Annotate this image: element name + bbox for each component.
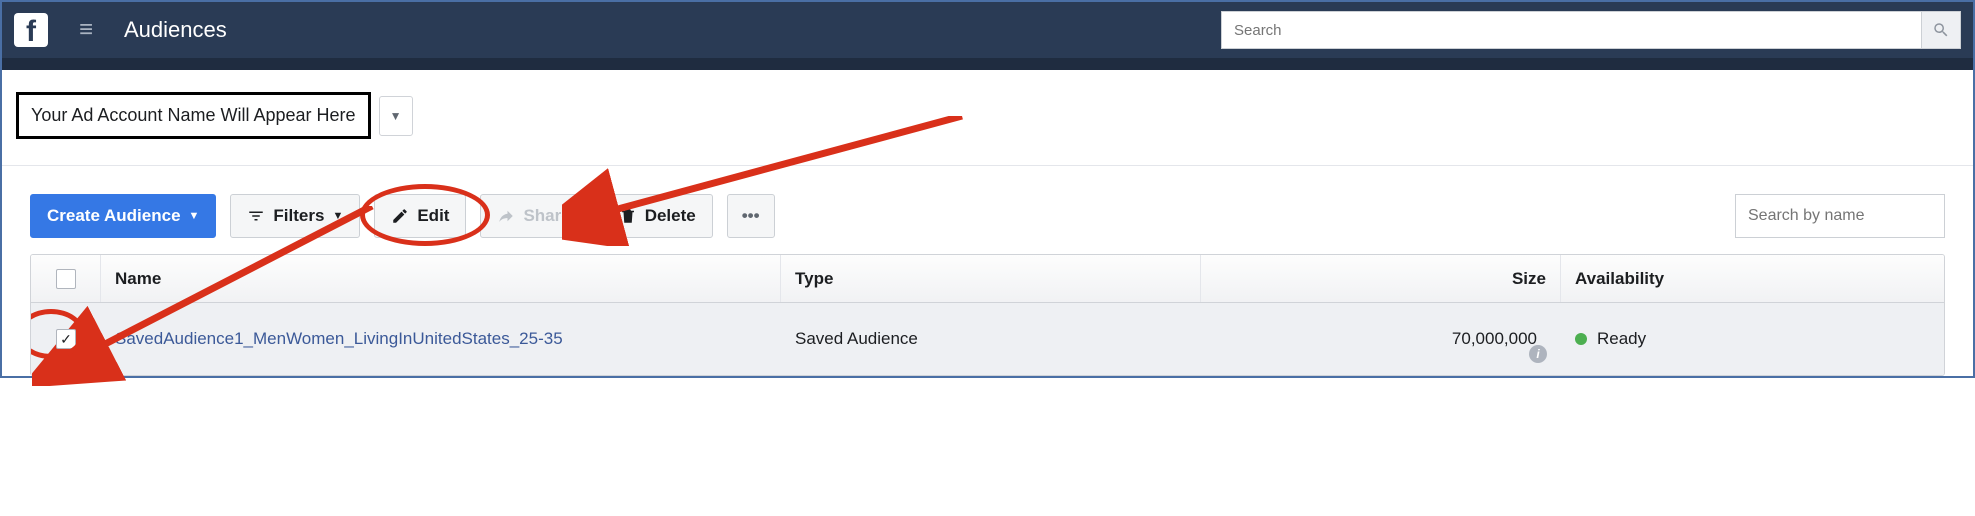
status-dot-icon bbox=[1575, 333, 1587, 345]
table-row[interactable]: ✓ SavedAudience1_MenWomen_LivingInUnited… bbox=[31, 303, 1944, 375]
account-dropdown-button[interactable]: ▼ bbox=[379, 96, 413, 136]
info-icon[interactable]: i bbox=[1529, 345, 1547, 363]
audience-size: 70,000,000 bbox=[1452, 329, 1537, 348]
more-actions-button[interactable]: ••• bbox=[727, 194, 775, 238]
caret-down-icon: ▼ bbox=[332, 210, 343, 222]
share-button[interactable]: Share bbox=[480, 194, 587, 238]
row-checkbox[interactable]: ✓ bbox=[56, 329, 76, 349]
filters-button[interactable]: Filters ▼ bbox=[230, 194, 360, 238]
table-header: Name Type Size Availability bbox=[31, 255, 1944, 303]
page-title: Audiences bbox=[124, 17, 227, 43]
trash-icon bbox=[619, 207, 637, 225]
filters-label: Filters bbox=[273, 206, 324, 226]
account-selector-row: Your Ad Account Name Will Appear Here ▼ bbox=[2, 70, 1973, 166]
share-icon bbox=[497, 207, 515, 225]
edit-button[interactable]: Edit bbox=[374, 194, 466, 238]
delete-button[interactable]: Delete bbox=[602, 194, 713, 238]
availability-status: Ready bbox=[1597, 329, 1646, 349]
select-all-checkbox[interactable] bbox=[56, 269, 76, 289]
top-nav: f ≡ Audiences bbox=[2, 2, 1973, 58]
audiences-table: Name Type Size Availability ✓ SavedAudie… bbox=[30, 254, 1945, 376]
col-availability[interactable]: Availability bbox=[1561, 255, 1944, 302]
ad-account-name[interactable]: Your Ad Account Name Will Appear Here bbox=[16, 92, 371, 139]
audience-type: Saved Audience bbox=[781, 317, 1201, 361]
global-search-input[interactable] bbox=[1221, 11, 1921, 49]
pencil-icon bbox=[391, 207, 409, 225]
audience-name-search-input[interactable] bbox=[1735, 194, 1945, 238]
audience-toolbar: Create Audience ▼ Filters ▼ Edit Share D… bbox=[30, 182, 1945, 254]
facebook-logo-icon[interactable]: f bbox=[14, 13, 48, 47]
search-icon bbox=[1932, 21, 1950, 39]
create-audience-button[interactable]: Create Audience ▼ bbox=[30, 194, 216, 238]
col-name[interactable]: Name bbox=[101, 255, 781, 302]
ellipsis-icon: ••• bbox=[742, 206, 760, 226]
caret-down-icon: ▼ bbox=[390, 109, 402, 123]
global-search-button[interactable] bbox=[1921, 11, 1961, 49]
caret-down-icon: ▼ bbox=[189, 210, 200, 222]
hamburger-menu-icon[interactable]: ≡ bbox=[66, 16, 106, 44]
col-type[interactable]: Type bbox=[781, 255, 1201, 302]
create-audience-label: Create Audience bbox=[47, 206, 181, 226]
filters-icon bbox=[247, 207, 265, 225]
share-label: Share bbox=[523, 206, 570, 226]
delete-label: Delete bbox=[645, 206, 696, 226]
edit-label: Edit bbox=[417, 206, 449, 226]
audience-name-link[interactable]: SavedAudience1_MenWomen_LivingInUnitedSt… bbox=[115, 329, 563, 348]
col-size[interactable]: Size bbox=[1201, 255, 1561, 302]
